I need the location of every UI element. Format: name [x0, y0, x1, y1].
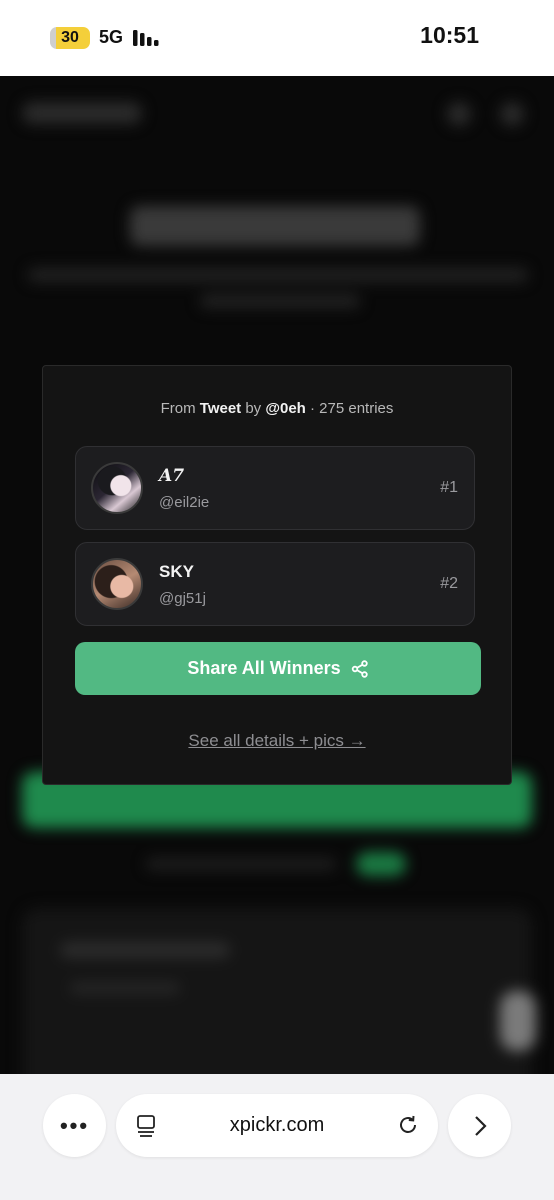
clock: 10:51: [420, 22, 479, 48]
winner-name: A7: [159, 466, 185, 486]
background-title: [130, 206, 420, 246]
winner-rank: #1: [440, 479, 458, 496]
winners-modal: From Tweet by @0eh · 275 entries A7 @eil…: [42, 365, 512, 785]
background-logo: [22, 102, 142, 124]
winner-card[interactable]: A7 @eil2ie #1: [75, 446, 475, 530]
avatar: [91, 558, 143, 610]
background-card-text: [70, 982, 180, 994]
source-prefix: From: [160, 400, 196, 417]
chevron-right-icon: [474, 1115, 487, 1136]
background-scroll-thumb: [500, 991, 536, 1051]
network-label: 5G: [99, 27, 124, 47]
forward-button[interactable]: [448, 1094, 511, 1157]
winner-rank: #2: [440, 575, 458, 592]
share-icon: [351, 659, 369, 678]
entries-count: · 275 entries: [310, 400, 394, 417]
winner-handle: @eil2ie: [159, 494, 210, 511]
signal-strength-icon: [133, 30, 159, 46]
battery-indicator: 30: [50, 27, 90, 49]
background-icon: [447, 102, 471, 126]
reload-icon[interactable]: [396, 1113, 420, 1137]
screen: 30 5G 10:51 From Tweet by @0eh · 275 ent…: [0, 0, 554, 1200]
share-all-winners-button[interactable]: Share All Winners: [75, 642, 481, 695]
winner-handle: @gj51j: [159, 590, 206, 607]
background-card-text: [60, 942, 230, 958]
see-all-details-link[interactable]: See all details + pics →: [43, 731, 511, 751]
background-pill: [356, 852, 406, 876]
background-subtitle: [200, 294, 360, 308]
address-bar[interactable]: xpickr.com: [116, 1094, 438, 1157]
browser-toolbar: ••• xpickr.com: [0, 1074, 554, 1200]
url-text: xpickr.com: [229, 1114, 325, 1136]
source-author: @0eh: [265, 400, 306, 417]
source-type: Tweet: [199, 400, 242, 417]
source-by: by: [245, 400, 262, 417]
background-icon: [500, 102, 524, 126]
background-text: [146, 858, 336, 870]
source-line: From Tweet by @0eh · 275 entries: [43, 400, 511, 417]
background-subtitle: [28, 268, 528, 282]
winner-card[interactable]: SKY @gj51j #2: [75, 542, 475, 626]
status-bar: 30 5G 10:51: [0, 0, 554, 76]
avatar: [91, 462, 143, 514]
winner-name: SKY: [159, 562, 194, 581]
share-button-label: Share All Winners: [187, 658, 341, 678]
more-options-button[interactable]: •••: [43, 1094, 106, 1157]
